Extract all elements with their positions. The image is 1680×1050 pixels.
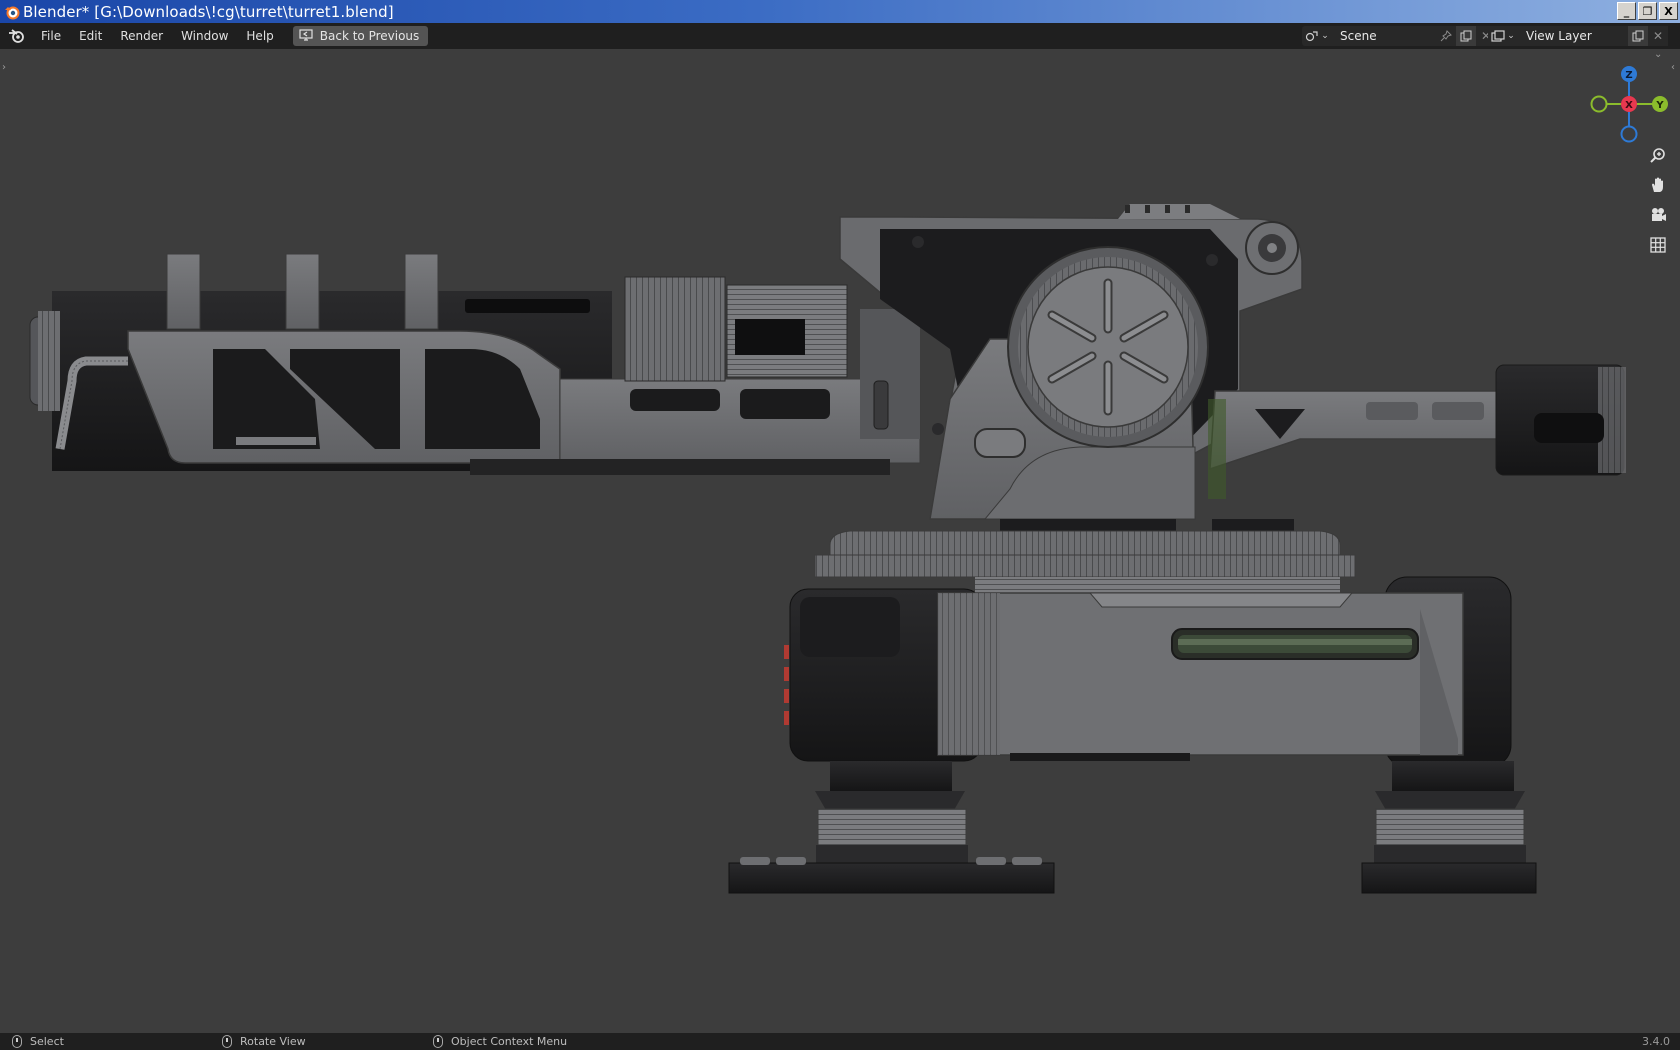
screen-back-icon xyxy=(299,28,313,44)
menu-window[interactable]: Window xyxy=(172,25,237,47)
new-scene-icon[interactable] xyxy=(1456,26,1476,46)
menu-edit[interactable]: Edit xyxy=(70,25,111,47)
navigation-gizmo[interactable]: Z Y X xyxy=(1586,59,1672,145)
menu-file[interactable]: File xyxy=(32,25,70,47)
status-rotate-view: Rotate View xyxy=(222,1033,306,1050)
minimize-button[interactable]: _ xyxy=(1617,2,1636,20)
turret-model xyxy=(29,204,1626,894)
back-to-previous-button[interactable]: Back to Previous xyxy=(292,26,429,46)
delete-view-layer-icon[interactable]: ✕ xyxy=(1648,26,1668,46)
scene-selector: ⌄ Scene ✕ xyxy=(1302,26,1496,46)
view-layer-selector: ⌄ View Layer ✕ xyxy=(1488,26,1668,46)
menu-help[interactable]: Help xyxy=(237,25,282,47)
grid-ortho-icon[interactable] xyxy=(1646,233,1670,257)
status-select: Select xyxy=(12,1033,64,1050)
back-to-previous-label: Back to Previous xyxy=(319,29,420,43)
new-view-layer-icon[interactable] xyxy=(1628,26,1648,46)
window-titlebar: Blender* [G:\Downloads\!cg\turret\turret… xyxy=(0,0,1680,23)
pin-icon[interactable] xyxy=(1436,26,1456,46)
status-rotate-label: Rotate View xyxy=(240,1035,306,1048)
camera-icon[interactable] xyxy=(1646,203,1670,227)
status-context-label: Object Context Menu xyxy=(451,1035,568,1048)
menu-render[interactable]: Render xyxy=(111,25,172,47)
gizmo-x-label: X xyxy=(1625,100,1633,111)
status-select-label: Select xyxy=(30,1035,64,1048)
view-layer-browse-icon[interactable]: ⌄ xyxy=(1488,26,1518,46)
mouse-right-click-icon xyxy=(433,1035,443,1048)
restore-button[interactable]: ❐ xyxy=(1638,2,1657,20)
mouse-middle-click-icon xyxy=(222,1035,232,1048)
scene-name-field[interactable]: Scene xyxy=(1332,26,1436,46)
3d-viewport[interactable]: › ‹ ⌄ Z Y X xyxy=(0,49,1680,1033)
zoom-icon[interactable] xyxy=(1646,144,1670,168)
hand-pan-icon[interactable] xyxy=(1646,173,1670,197)
gizmo-z-label: Z xyxy=(1625,70,1632,81)
view-layer-name-field[interactable]: View Layer xyxy=(1518,26,1628,46)
window-controls: _ ❐ X xyxy=(1617,2,1678,20)
close-button[interactable]: X xyxy=(1659,2,1678,20)
gizmo-neg-z-axis[interactable] xyxy=(1620,125,1638,143)
gizmo-neg-y-axis[interactable] xyxy=(1590,95,1608,113)
blender-version: 3.4.0 xyxy=(1642,1035,1670,1048)
window-title: Blender* [G:\Downloads\!cg\turret\turret… xyxy=(23,2,394,21)
blender-menu-icon[interactable] xyxy=(6,25,28,47)
blender-logo-icon xyxy=(3,3,21,21)
blender-topbar: File Edit Render Window Help Back to Pre… xyxy=(0,23,1680,49)
gizmo-y-label: Y xyxy=(1655,100,1664,111)
status-bar: Select Rotate View Object Context Menu 3… xyxy=(0,1033,1680,1050)
scene-browse-icon[interactable]: ⌄ xyxy=(1302,26,1332,46)
mouse-left-click-icon xyxy=(12,1035,22,1048)
status-context-menu: Object Context Menu xyxy=(433,1033,567,1050)
